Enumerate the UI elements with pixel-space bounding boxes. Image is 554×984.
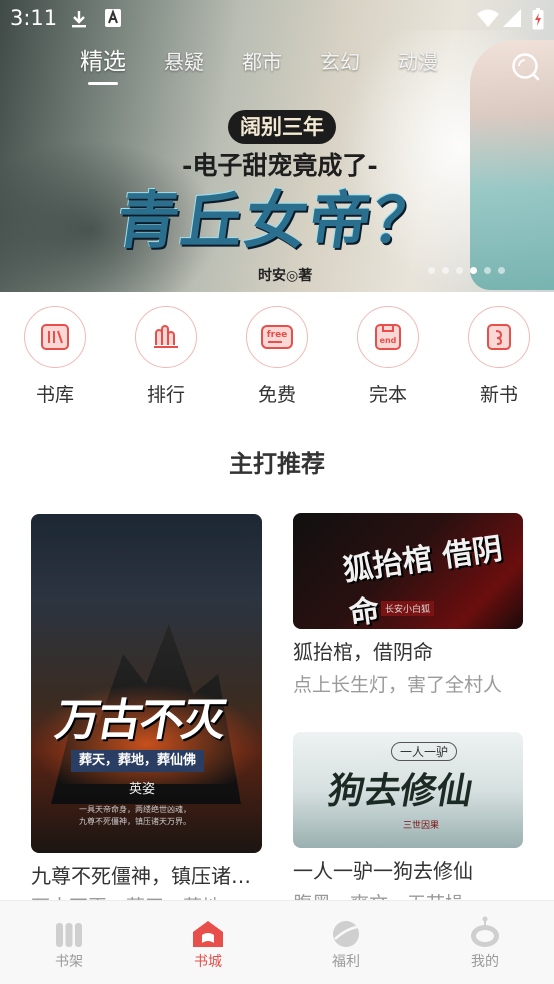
category-label: 书库	[35, 384, 74, 406]
book-cover[interactable]: 万古不灭 葬天，葬地，葬仙佛 英姿 一具天帝命身，两缕绝世凶魂， 九尊不死僵神，…	[31, 514, 262, 853]
cover-blurb: 九尊不死僵神，镇压诸天万界。	[79, 817, 191, 826]
category-shortcuts: 书库 排行 free 免费 end 完本 新书	[0, 306, 554, 416]
battery-icon	[532, 8, 544, 30]
section-title: 主打推荐	[229, 450, 325, 478]
category-label: 新书	[479, 384, 518, 406]
nav-label: 书架	[55, 954, 83, 970]
tab-fantasy[interactable]: 玄幻	[320, 48, 360, 88]
banner-dot[interactable]	[442, 267, 449, 274]
nav-profile[interactable]: 我的	[440, 901, 530, 971]
bookstore-icon	[193, 921, 223, 947]
cover-subtitle: 三世因果	[403, 821, 440, 831]
completed-icon: end	[357, 306, 419, 368]
welfare-icon	[333, 921, 359, 947]
book-desc-clip: 万古不灭，葬天，葬地	[31, 892, 271, 900]
nav-welfare[interactable]: 福利	[301, 901, 391, 971]
book-description: 万古不灭，葬天，葬地	[31, 892, 221, 900]
cover-title: 狗去修仙	[324, 770, 477, 812]
banner-dot[interactable]	[498, 267, 505, 274]
book-title[interactable]: 九尊不死僵神，镇压诸…	[31, 860, 251, 889]
status-bar: 3:11	[0, 0, 554, 36]
cover-author: 长安小白狐	[381, 601, 435, 616]
category-label: 免费	[257, 384, 296, 406]
wifi-icon	[477, 9, 499, 27]
book-title-clip: 九尊不死僵神，镇压诸…	[31, 858, 271, 890]
svg-text:end: end	[380, 336, 397, 345]
free-icon: free	[246, 306, 308, 368]
bottom-navigation: 书架 书城 福利 我的	[0, 900, 554, 984]
book-desc-clip: 腹黑，爽文，无节操	[293, 889, 533, 900]
banner-dot[interactable]	[428, 267, 435, 274]
cover-title: 万古不灭	[51, 695, 229, 746]
nav-label: 书城	[194, 954, 222, 970]
profile-icon	[471, 916, 499, 947]
tab-urban[interactable]: 都市	[242, 48, 282, 88]
banner-dot[interactable]	[456, 267, 463, 274]
book-description: 腹黑，爽文，无节操	[293, 889, 464, 900]
category-library[interactable]: 书库	[15, 306, 95, 407]
ranking-icon	[135, 306, 197, 368]
category-label: 完本	[368, 384, 407, 406]
banner-pagination[interactable]	[428, 267, 505, 274]
banner-author: 时安◎著	[258, 268, 313, 284]
signal-icon	[503, 9, 521, 27]
new-book-icon	[468, 306, 530, 368]
hero-banner[interactable]: 阔别三年 -电子甜宠竟成了- 青丘女帝？ 时安◎著	[0, 0, 554, 292]
keyboard-a-icon	[105, 9, 121, 27]
cover-author: 英姿	[129, 782, 156, 797]
search-icon[interactable]	[508, 50, 542, 84]
book-cover[interactable]: 一人一驴 狗去修仙 三世因果	[293, 732, 523, 848]
cover-band: 葬天，葬地，葬仙佛	[71, 750, 205, 772]
nav-label: 我的	[471, 954, 499, 970]
download-icon	[72, 11, 86, 28]
category-label: 排行	[146, 384, 185, 406]
tab-featured[interactable]: 精选	[80, 48, 126, 88]
tab-suspense[interactable]: 悬疑	[164, 48, 204, 88]
category-ranking[interactable]: 排行	[126, 306, 206, 407]
cover-tag: 一人一驴	[391, 742, 458, 761]
banner-dot[interactable]	[484, 267, 491, 274]
nav-bookstore[interactable]: 书城	[163, 901, 253, 971]
book-title[interactable]: 一人一驴一狗去修仙	[293, 855, 473, 884]
cover-blurb: 一具天帝命身，两缕绝世凶魂，	[79, 805, 191, 814]
category-tab-bar: 精选 悬疑 都市 玄幻 动漫	[80, 48, 476, 88]
book-title[interactable]: 狐抬棺，借阴命	[293, 636, 433, 665]
banner-dot-active[interactable]	[470, 267, 477, 274]
book-description: 点上长生灯，害了全村人	[293, 674, 503, 696]
bookshelf-icon	[56, 923, 82, 947]
library-icon	[24, 306, 86, 368]
nav-bookshelf[interactable]: 书架	[24, 901, 114, 971]
book-cover[interactable]: 狐抬棺 借阴命 长安小白狐	[293, 513, 523, 629]
category-free[interactable]: free 免费	[237, 306, 317, 407]
svg-text:free: free	[267, 330, 288, 340]
banner-title: 青丘女帝？	[112, 184, 443, 257]
status-time: 3:11	[10, 6, 58, 30]
category-completed[interactable]: end 完本	[348, 306, 428, 407]
tab-anime[interactable]: 动漫	[398, 48, 438, 88]
category-new-books[interactable]: 新书	[459, 306, 539, 407]
banner-tag: 阔别三年	[228, 110, 336, 144]
nav-label: 福利	[332, 954, 360, 970]
